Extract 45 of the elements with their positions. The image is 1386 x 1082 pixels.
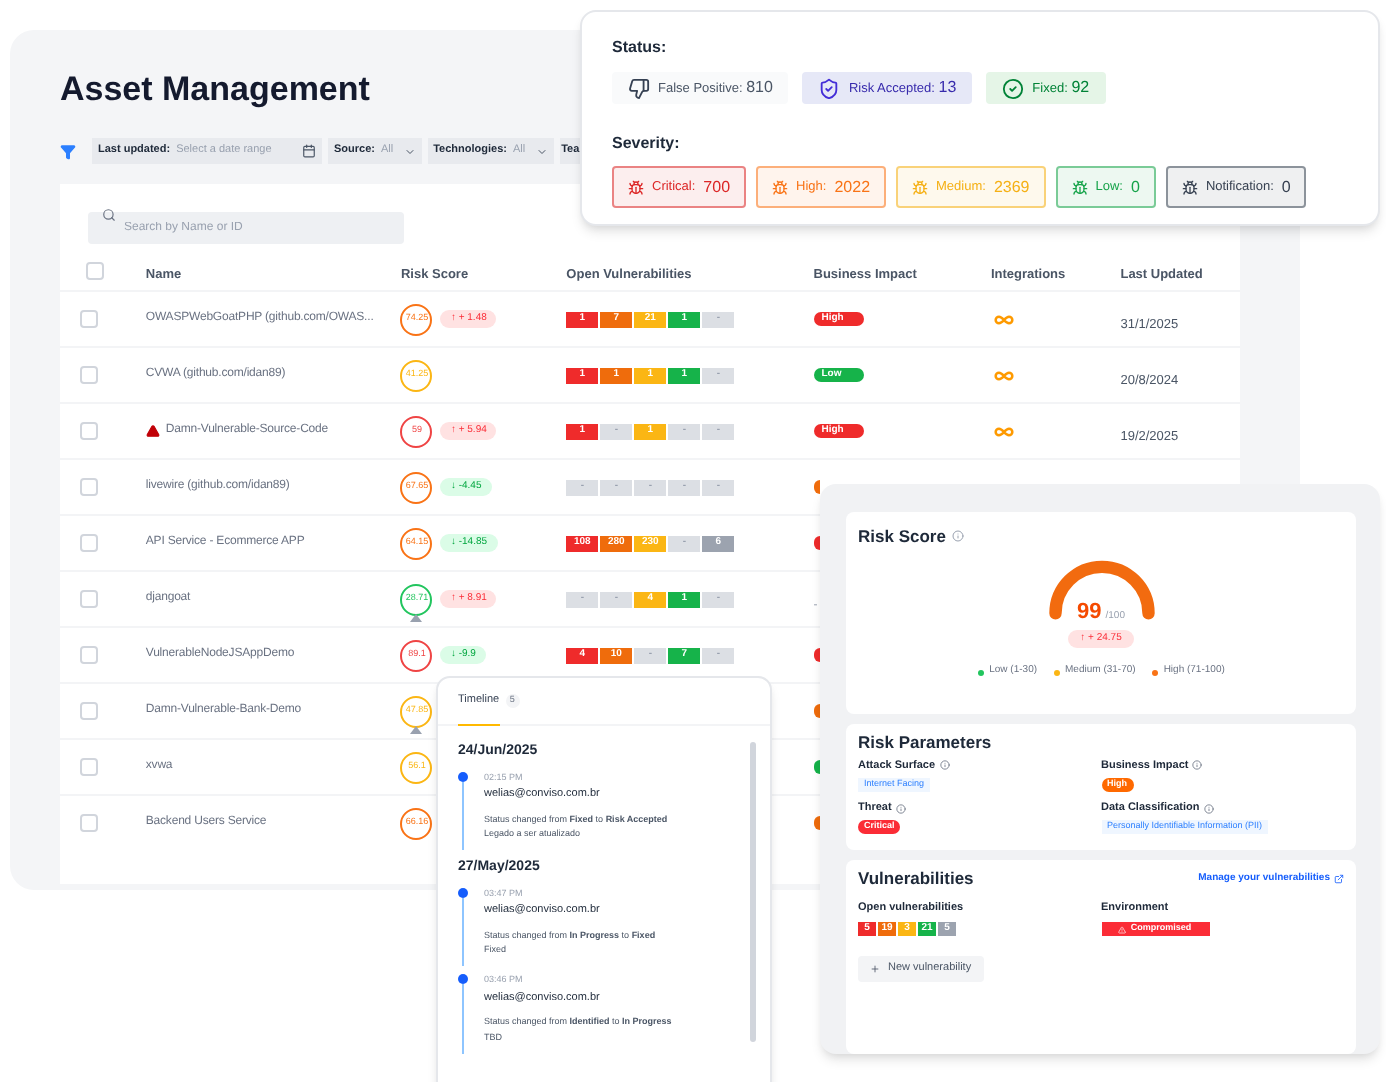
warning-icon: [145, 424, 160, 438]
row-checkbox[interactable]: [80, 590, 98, 608]
plus-icon: [870, 964, 880, 974]
row-checkbox[interactable]: [80, 814, 98, 832]
row-checkbox[interactable]: [80, 702, 98, 720]
info-icon: [1203, 803, 1214, 814]
filter-icon[interactable]: [60, 143, 76, 159]
row-checkbox[interactable]: [80, 534, 98, 552]
triangle-marker-icon: [410, 725, 423, 733]
row-checkbox[interactable]: [80, 478, 98, 496]
page-title: Asset Management: [60, 70, 370, 110]
bug-icon: [628, 179, 644, 195]
row-checkbox[interactable]: [80, 758, 98, 776]
row-checkbox[interactable]: [80, 422, 98, 440]
status-heading: Status:: [612, 36, 667, 60]
check-circle-icon: [1002, 77, 1025, 99]
shield-check-icon: [818, 77, 841, 99]
info-icon: [939, 760, 950, 771]
timeline-line: [462, 897, 464, 966]
bug-icon: [772, 179, 789, 195]
timeline-line: [462, 984, 464, 1053]
bug-icon: [912, 179, 929, 195]
select-all-checkbox[interactable]: [86, 261, 104, 279]
warning-icon: [1118, 925, 1127, 933]
external-link-icon: [1334, 873, 1344, 884]
chevron-down-icon: [535, 145, 548, 157]
triangle-marker-icon: [410, 613, 423, 621]
bug-icon: [1071, 179, 1088, 195]
chevron-down-icon: [403, 145, 416, 157]
section-title: Vulnerabilities: [858, 866, 974, 892]
info-icon: [895, 803, 906, 814]
row-checkbox[interactable]: [80, 310, 98, 328]
gauge-value: 99: [1077, 597, 1102, 628]
section-title: Risk Score: [858, 524, 946, 550]
bug-icon: [1181, 179, 1198, 195]
calendar-icon: [302, 144, 316, 158]
timeline-line: [462, 781, 464, 850]
row-checkbox[interactable]: [80, 366, 98, 384]
search-icon: [102, 207, 116, 221]
info-icon: [1192, 760, 1203, 771]
thumbs-down-icon: [628, 77, 650, 99]
info-icon: [951, 530, 964, 543]
section-title: Risk Parameters: [858, 730, 992, 756]
severity-heading: Severity:: [612, 132, 680, 156]
row-checkbox[interactable]: [80, 646, 98, 664]
